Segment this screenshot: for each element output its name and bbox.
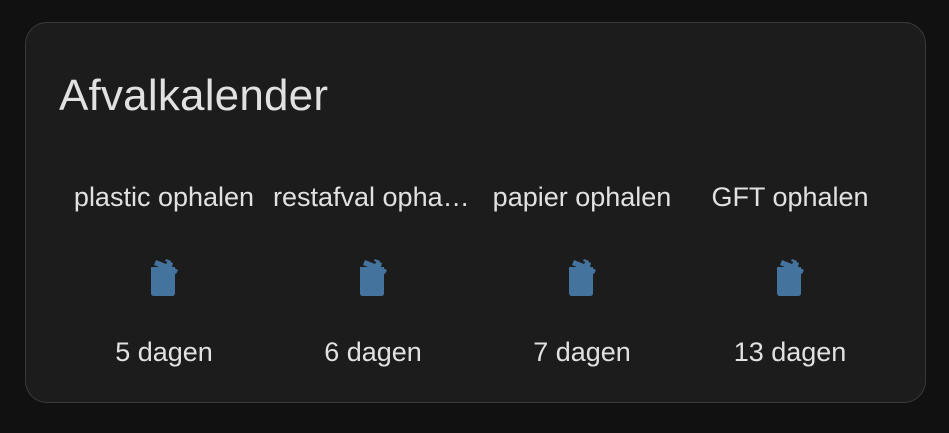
entity-papier[interactable]: papier ophalen 7 dagen	[478, 173, 686, 373]
trash-can-icon	[569, 259, 596, 296]
entity-state: 13 dagen	[733, 337, 847, 367]
entity-name: GFT ophalen	[711, 182, 869, 212]
card-title: Afvalkalender	[59, 71, 329, 120]
entity-state: 6 dagen	[324, 337, 422, 367]
trash-can-icon	[777, 259, 804, 296]
afvalkalender-card: Afvalkalender plastic ophalen 5 dagen re…	[25, 22, 926, 403]
entity-name: papier ophalen	[492, 182, 672, 212]
entity-state: 7 dagen	[533, 337, 631, 367]
entity-name: plastic ophalen	[73, 182, 255, 212]
entity-restafval[interactable]: restafval ophalen 6 dagen	[269, 173, 477, 373]
entity-name: restafval ophalen	[273, 182, 477, 212]
entity-state: 5 dagen	[115, 337, 213, 367]
entity-list: plastic ophalen 5 dagen restafval ophale…	[60, 173, 894, 373]
entity-plastic[interactable]: plastic ophalen 5 dagen	[60, 173, 268, 373]
entity-gft[interactable]: GFT ophalen 13 dagen	[686, 173, 894, 373]
trash-can-icon	[151, 259, 178, 296]
trash-can-icon	[360, 259, 387, 296]
